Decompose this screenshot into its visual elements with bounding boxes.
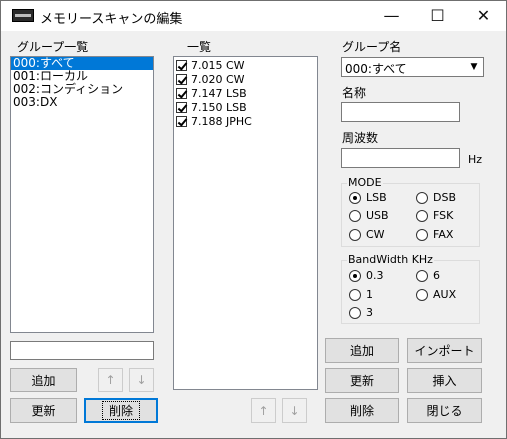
mode-radio-fax[interactable]: FAX bbox=[416, 228, 453, 241]
mode-radio-label: FAX bbox=[433, 228, 454, 241]
group-list-item[interactable]: 003:DX bbox=[11, 96, 153, 109]
mode-radio-lsb[interactable]: LSB bbox=[349, 191, 387, 204]
mode-radio-label: DSB bbox=[433, 191, 456, 204]
frequency-input[interactable] bbox=[341, 148, 460, 168]
bandwidth-radio-label: 6 bbox=[433, 269, 440, 282]
checkbox-checked-icon[interactable] bbox=[176, 74, 187, 85]
insert-button-label: 挿入 bbox=[432, 374, 457, 388]
mode-radio-label: FSK bbox=[433, 209, 454, 222]
import-button-label: インポート bbox=[414, 344, 475, 358]
chevron-down-icon: ▼ bbox=[470, 62, 478, 72]
radio-icon bbox=[416, 191, 428, 204]
name-input[interactable] bbox=[341, 102, 460, 122]
channel-move-up-button[interactable]: ↑ bbox=[251, 398, 276, 423]
group-add-label: 追加 bbox=[31, 373, 56, 388]
channel-list-label: 一覧 bbox=[187, 40, 212, 54]
arrow-up-icon: ↑ bbox=[258, 403, 269, 418]
checkbox-checked-icon[interactable] bbox=[176, 60, 187, 71]
arrow-up-icon: ↑ bbox=[105, 373, 116, 387]
update-button[interactable]: 更新 bbox=[325, 368, 399, 393]
radio-icon bbox=[349, 306, 361, 319]
channel-list-item-label: 7.147 LSB bbox=[191, 87, 247, 100]
mode-radio-cw[interactable]: CW bbox=[349, 228, 385, 241]
checkbox-checked-icon[interactable] bbox=[176, 88, 187, 99]
radio-icon bbox=[349, 191, 361, 204]
minimize-button[interactable]: — bbox=[369, 1, 414, 31]
channel-list-item[interactable]: 7.147 LSB bbox=[174, 87, 317, 100]
checkbox-checked-icon[interactable] bbox=[176, 116, 187, 127]
mode-radio-usb[interactable]: USB bbox=[349, 209, 389, 222]
import-button[interactable]: インポート bbox=[407, 338, 482, 363]
bandwidth-group-title: BandWidth KHz bbox=[347, 253, 434, 266]
frequency-unit: Hz bbox=[468, 153, 483, 166]
group-name-combobox[interactable]: 000:すべて ▼ bbox=[341, 57, 484, 77]
channel-checklist[interactable]: 7.015 CW 7.020 CW 7.147 LSB 7.150 LSB 7.188 … bbox=[173, 56, 318, 390]
arrow-down-icon: ↓ bbox=[136, 373, 147, 387]
insert-button[interactable]: 挿入 bbox=[407, 368, 482, 393]
radio-icon bbox=[416, 209, 428, 222]
group-add-button[interactable]: 追加 bbox=[10, 368, 77, 392]
group-move-up-button[interactable]: ↑ bbox=[98, 368, 123, 392]
channel-list-item-label: 7.020 CW bbox=[191, 73, 245, 86]
delete-button-label: 削除 bbox=[349, 404, 374, 418]
group-update-button[interactable]: 更新 bbox=[10, 398, 77, 423]
bandwidth-radio-3[interactable]: 3 bbox=[349, 306, 373, 319]
group-list-label: グループ一覧 bbox=[17, 40, 89, 54]
window-title: メモリースキャンの編集 bbox=[40, 12, 183, 27]
radio-icon bbox=[349, 228, 361, 241]
radio-icon bbox=[416, 269, 428, 282]
app-icon bbox=[12, 9, 34, 22]
close-button[interactable]: 閉じる bbox=[407, 398, 482, 423]
group-update-label: 更新 bbox=[31, 404, 56, 418]
bandwidth-radio-label: 3 bbox=[366, 306, 373, 319]
group-listbox[interactable]: 000:すべて 001:ローカル 002:コンディション 003:DX bbox=[10, 56, 154, 333]
group-name-label: グループ名 bbox=[342, 40, 402, 54]
close-window-button[interactable]: ✕ bbox=[461, 1, 506, 31]
mode-radio-label: LSB bbox=[366, 191, 387, 204]
bandwidth-radio-label: 1 bbox=[366, 288, 373, 301]
radio-icon bbox=[349, 288, 361, 301]
group-name-input[interactable] bbox=[10, 341, 154, 360]
channel-list-item[interactable]: 7.188 JPHC bbox=[174, 115, 317, 128]
arrow-down-icon: ↓ bbox=[289, 403, 300, 418]
channel-move-down-button[interactable]: ↓ bbox=[282, 398, 307, 423]
frequency-label: 周波数 bbox=[342, 131, 379, 145]
bandwidth-radio-aux[interactable]: AUX bbox=[416, 288, 456, 301]
group-delete-label: 削除 bbox=[101, 401, 140, 420]
bandwidth-radio-label: AUX bbox=[433, 288, 457, 301]
channel-list-item-label: 7.150 LSB bbox=[191, 101, 247, 114]
delete-button[interactable]: 削除 bbox=[325, 398, 399, 423]
radio-icon bbox=[416, 288, 428, 301]
channel-list-item-label: 7.015 CW bbox=[191, 59, 245, 72]
add-button-label: 追加 bbox=[349, 344, 374, 358]
channel-list-item-label: 7.188 JPHC bbox=[191, 115, 252, 128]
bandwidth-radio-1[interactable]: 1 bbox=[349, 288, 373, 301]
channel-list-item[interactable]: 7.150 LSB bbox=[174, 101, 317, 114]
checkbox-checked-icon[interactable] bbox=[176, 102, 187, 113]
title-bar: メモリースキャンの編集 — ☐ ✕ bbox=[1, 1, 506, 31]
add-button[interactable]: 追加 bbox=[325, 338, 399, 363]
group-move-down-button[interactable]: ↓ bbox=[129, 368, 154, 392]
channel-list-item[interactable]: 7.015 CW bbox=[174, 59, 317, 72]
name-label: 名称 bbox=[342, 86, 367, 100]
radio-icon bbox=[349, 209, 361, 222]
mode-radio-label: USB bbox=[366, 209, 389, 222]
bandwidth-radio-6[interactable]: 6 bbox=[416, 269, 440, 282]
maximize-button[interactable]: ☐ bbox=[415, 1, 460, 31]
channel-list-item[interactable]: 7.020 CW bbox=[174, 73, 317, 86]
radio-icon bbox=[349, 269, 361, 282]
mode-group-title: MODE bbox=[347, 176, 383, 189]
radio-icon bbox=[416, 228, 428, 241]
mode-radio-fsk[interactable]: FSK bbox=[416, 209, 453, 222]
close-button-label: 閉じる bbox=[426, 404, 463, 418]
group-name-combobox-value: 000:すべて bbox=[345, 62, 407, 76]
bandwidth-radio-label: 0.3 bbox=[366, 269, 384, 282]
group-delete-button[interactable]: 削除 bbox=[84, 398, 158, 423]
mode-radio-label: CW bbox=[366, 228, 385, 241]
update-button-label: 更新 bbox=[349, 374, 374, 388]
dialog-window: メモリースキャンの編集 — ☐ ✕ グループ一覧 000:すべて 001:ローカル… bbox=[0, 0, 507, 439]
bandwidth-radio-0-3[interactable]: 0.3 bbox=[349, 269, 384, 282]
mode-radio-dsb[interactable]: DSB bbox=[416, 191, 456, 204]
